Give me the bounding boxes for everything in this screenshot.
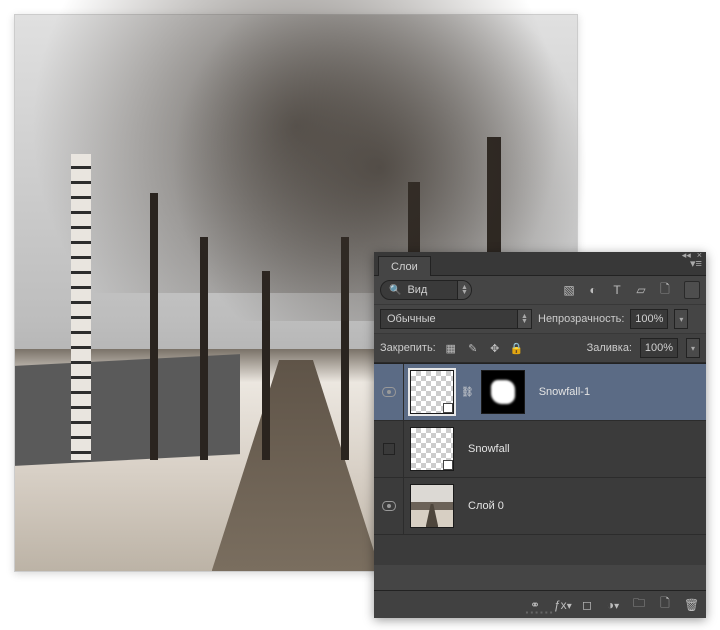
layer-thumb[interactable]: [410, 484, 454, 528]
mask-link-icon[interactable]: ⛓: [460, 387, 475, 398]
filter-image-icon[interactable]: ▧: [562, 283, 576, 297]
layer-thumb[interactable]: [410, 370, 454, 414]
lock-pixels-icon[interactable]: ✎: [466, 341, 480, 355]
mask-thumb[interactable]: [481, 370, 525, 414]
lock-label: Закрепить:: [380, 342, 436, 354]
fill-label: Заливка:: [587, 342, 632, 354]
layer-name[interactable]: Snowfall: [460, 443, 510, 455]
filter-type-icon[interactable]: T: [610, 283, 624, 297]
filter-adjust-icon[interactable]: ◐: [586, 283, 600, 297]
filter-row: 🔍 Вид ▲▼ ▧ ◐ T ▱ 🗋: [374, 276, 706, 305]
lock-transparent-icon[interactable]: ▦: [444, 341, 458, 355]
new-group-icon[interactable]: 🗀: [632, 594, 646, 615]
add-mask-icon[interactable]: ◻: [580, 598, 594, 612]
lock-row: Закрепить: ▦ ✎ ✥ 🔒 Заливка: 100% ▾: [374, 334, 706, 363]
layer-search[interactable]: 🔍 Вид ▲▼: [380, 280, 472, 300]
fx-icon[interactable]: ƒx▾: [554, 598, 568, 612]
filter-toggle[interactable]: [684, 281, 700, 299]
blend-mode-stepper[interactable]: ▲▼: [517, 310, 531, 328]
resize-grip[interactable]: ▪▪▪▪▪▪: [525, 608, 554, 617]
visibility-toggle[interactable]: [374, 478, 404, 534]
eye-icon: [382, 501, 396, 511]
search-mode-label: Вид: [407, 284, 427, 296]
blend-mode-select[interactable]: Обычные ▲▼: [380, 309, 532, 329]
delete-layer-icon[interactable]: 🗑: [684, 598, 698, 612]
filter-icons: ▧ ◐ T ▱ 🗋: [562, 283, 678, 297]
search-icon: 🔍: [389, 285, 401, 296]
layers-panel: ◂◂ × Слои ▾≡ 🔍 Вид ▲▼ ▧ ◐ T ▱ 🗋 Обычные …: [374, 252, 706, 618]
blend-mode-value: Обычные: [387, 313, 436, 325]
layer-row[interactable]: ⛓ Snowfall-1: [374, 364, 706, 421]
opacity-dropdown[interactable]: ▾: [674, 309, 688, 329]
blend-row: Обычные ▲▼ Непрозрачность: 100% ▾: [374, 305, 706, 334]
eye-icon: [382, 387, 396, 397]
filter-shape-icon[interactable]: ▱: [634, 283, 648, 297]
opacity-label: Непрозрачность:: [538, 313, 624, 325]
visibility-toggle[interactable]: [374, 421, 404, 477]
panel-footer: ⚭ ƒx▾ ◻ ◑▾ 🗀 🗋 🗑 ▪▪▪▪▪▪: [374, 590, 706, 618]
fill-dropdown[interactable]: ▾: [686, 338, 700, 358]
visibility-toggle[interactable]: [374, 364, 404, 420]
lock-all-icon[interactable]: 🔒: [510, 341, 524, 355]
panel-collapse-icon[interactable]: ◂◂: [682, 250, 691, 261]
fill-input[interactable]: 100%: [640, 338, 678, 358]
search-mode-stepper[interactable]: ▲▼: [457, 281, 471, 299]
new-layer-icon[interactable]: 🗋: [658, 594, 672, 615]
layers-list: ⛓ Snowfall-1 Snowfall Слой 0: [374, 363, 706, 565]
layer-thumb[interactable]: [410, 427, 454, 471]
panel-close-icon[interactable]: ×: [697, 250, 702, 261]
layer-row[interactable]: Snowfall: [374, 421, 706, 478]
opacity-input[interactable]: 100%: [630, 309, 668, 329]
filter-smartobj-icon[interactable]: 🗋: [658, 283, 672, 297]
layer-name[interactable]: Слой 0: [460, 500, 504, 512]
panel-tabbar: Слои ▾≡: [374, 252, 706, 276]
lock-position-icon[interactable]: ✥: [488, 341, 502, 355]
visibility-off-icon: [383, 443, 395, 455]
adjustment-layer-icon[interactable]: ◑▾: [606, 598, 620, 612]
tab-layers[interactable]: Слои: [378, 256, 431, 276]
layer-name[interactable]: Snowfall-1: [531, 386, 590, 398]
layer-row[interactable]: Слой 0: [374, 478, 706, 535]
